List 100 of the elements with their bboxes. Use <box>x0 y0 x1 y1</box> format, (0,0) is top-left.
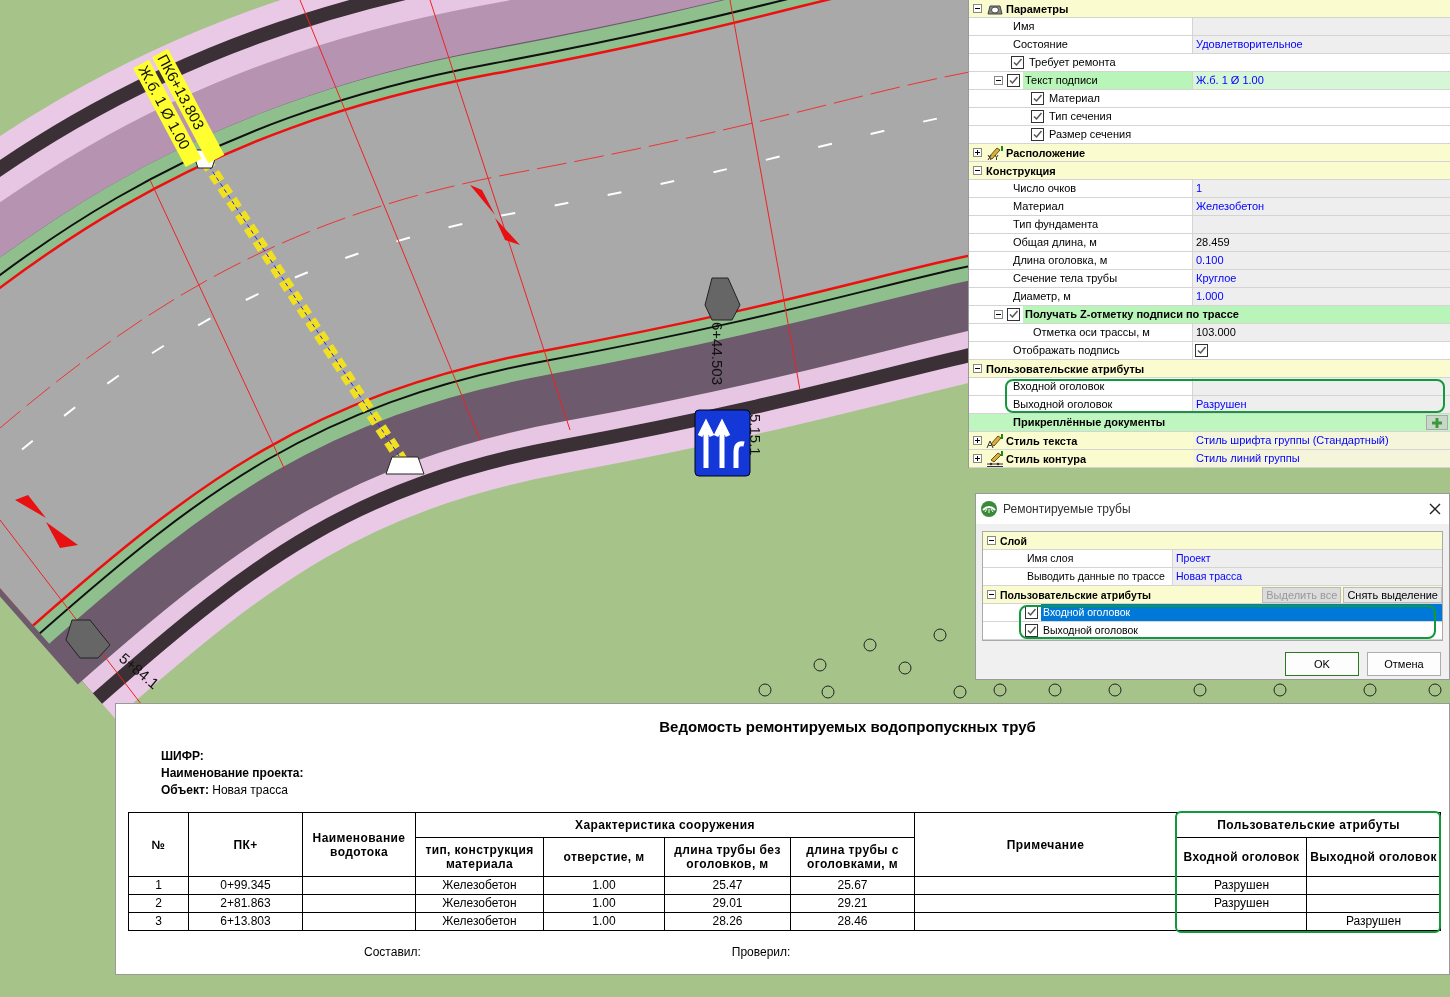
meta-line: Объект: Новая трасса <box>161 783 289 797</box>
section-header[interactable]: Конструкция <box>969 162 1450 180</box>
road-sign-icon <box>694 409 751 477</box>
documents-row[interactable]: Прикреплённые документы <box>969 414 1450 432</box>
section-header[interactable]: Стиль контура Стиль линий группы <box>969 450 1450 468</box>
list-item[interactable]: Выходной оголовок <box>1041 622 1442 639</box>
property-label: Тип фундамента <box>1012 217 1100 232</box>
section-title: Параметры <box>1006 2 1069 15</box>
section-header[interactable]: Параметры <box>969 0 1450 18</box>
value-cell[interactable]: Железобетон <box>1193 198 1450 215</box>
checkbox[interactable] <box>1031 128 1044 141</box>
value-cell[interactable]: 0.100 <box>1193 252 1450 269</box>
tree-toggle[interactable] <box>973 148 982 157</box>
property-label: Материал <box>1048 91 1101 106</box>
table-cell: Железобетон <box>415 876 544 895</box>
tree-icon <box>1273 683 1287 697</box>
property-label: Входной оголовок <box>1012 379 1106 394</box>
tree-icon <box>993 683 1007 697</box>
property-label: Состояние <box>1012 37 1069 52</box>
property-label: Получать Z-отметку подписи по трассе <box>1023 306 1450 323</box>
property-value[interactable]: Стиль шрифта группы (Стандартный) <box>1193 432 1450 449</box>
app-icon <box>980 500 998 518</box>
table-cell: 0+99.345 <box>188 876 303 895</box>
table-cell: 3 <box>128 912 189 931</box>
tree-toggle[interactable] <box>987 536 996 545</box>
value-cell[interactable]: Проект <box>1173 550 1442 567</box>
checkbox[interactable] <box>1011 56 1024 69</box>
checkbox[interactable] <box>1007 74 1020 87</box>
property-value: Ж.б. 1 Ø 1.00 <box>1196 73 1264 88</box>
property-label: Сечение тела трубы <box>1012 271 1119 286</box>
value-cell[interactable]: Удовлетворительное <box>1193 36 1450 53</box>
close-icon[interactable] <box>1429 503 1441 515</box>
checkbox[interactable] <box>1007 308 1020 321</box>
column-header: № <box>128 812 189 877</box>
meta-line: Наименование проекта: <box>161 766 305 780</box>
table-cell: 1.00 <box>543 894 665 913</box>
section-header[interactable]: Стиль текста Стиль шрифта группы (Стандартный) <box>969 432 1450 450</box>
tree-toggle[interactable] <box>987 590 996 599</box>
value-cell[interactable]: 1.000 <box>1193 288 1450 305</box>
dialog-button[interactable]: OK <box>1285 652 1359 676</box>
tree-icon <box>1193 683 1207 697</box>
tree-toggle[interactable] <box>973 4 982 13</box>
meta-line: ШИФР: <box>161 749 205 763</box>
section-header[interactable]: Слой <box>983 532 1442 550</box>
checkbox[interactable] <box>1195 344 1208 357</box>
section-header[interactable]: Расположение <box>969 144 1450 162</box>
checkbox[interactable] <box>1031 92 1044 105</box>
property-label: Отображать подпись <box>1012 343 1121 358</box>
arrow-marker-icon <box>15 495 78 548</box>
tree-icon <box>813 658 827 672</box>
property-label: Текст подписи <box>1023 72 1192 89</box>
table-cell: 28.26 <box>664 912 791 931</box>
section-title: Пользовательские атрибуты <box>1000 588 1152 601</box>
table-cell: 1.00 <box>543 876 665 895</box>
tree-toggle[interactable] <box>973 166 982 175</box>
property-value: 1.000 <box>1196 289 1224 304</box>
tree-icon <box>1108 683 1122 697</box>
tree-icon <box>898 661 912 675</box>
section-title: Конструкция <box>986 164 1056 177</box>
dialog-button[interactable]: Отмена <box>1367 652 1441 676</box>
property-value: Железобетон <box>1196 199 1265 214</box>
value-cell[interactable]: 103.000 <box>1193 324 1450 341</box>
checkbox[interactable] <box>1025 624 1038 637</box>
table-cell: 1.00 <box>543 912 665 931</box>
tree-toggle[interactable] <box>973 454 982 463</box>
value-cell[interactable]: Новая трасса <box>1173 568 1442 585</box>
property-value[interactable]: Стиль линий группы <box>1193 450 1450 467</box>
tree-toggle[interactable] <box>973 436 982 445</box>
property-label: Имя <box>1012 19 1036 34</box>
value-cell[interactable]: 1 <box>1193 180 1450 197</box>
table-cell: 2+81.863 <box>188 894 303 913</box>
checkbox[interactable] <box>1031 110 1044 123</box>
section-header[interactable]: Пользовательские атрибуты <box>969 360 1450 378</box>
tree-toggle[interactable] <box>994 310 1003 319</box>
tree-toggle[interactable] <box>994 76 1003 85</box>
property-label: Число очков <box>1012 181 1078 196</box>
property-label: Имя слоя <box>1026 551 1075 566</box>
table-cell: 25.47 <box>664 876 791 895</box>
tree-toggle[interactable] <box>973 364 982 373</box>
table-cell: 29.01 <box>664 894 791 913</box>
pencil-icon <box>986 450 1004 467</box>
header-button[interactable]: Снять выделение <box>1343 586 1442 603</box>
column-header: тип, конструкция материала <box>415 837 544 877</box>
property-label: Отметка оси трассы, м <box>1032 325 1151 340</box>
property-label: Диаметр, м <box>1012 289 1072 304</box>
table-cell: Железобетон <box>415 912 544 931</box>
signature-label: Проверил: <box>731 945 791 959</box>
value-cell[interactable]: Круглое <box>1193 270 1450 287</box>
property-value: 28.459 <box>1196 235 1230 250</box>
property-value: Новая трасса <box>1176 569 1243 584</box>
value-cell[interactable]: 28.459 <box>1193 234 1450 251</box>
value-cell[interactable]: Ж.б. 1 Ø 1.00 <box>1193 72 1450 89</box>
value-cell[interactable] <box>1193 18 1450 35</box>
tree-icon <box>758 683 772 697</box>
value-cell[interactable] <box>1193 216 1450 233</box>
signature-label: Составил: <box>364 945 421 959</box>
tree-icon <box>1363 683 1377 697</box>
table-cell: 6+13.803 <box>188 912 303 931</box>
property-value: Круглое <box>1196 271 1237 286</box>
property-label: Размер сечения <box>1048 127 1133 142</box>
